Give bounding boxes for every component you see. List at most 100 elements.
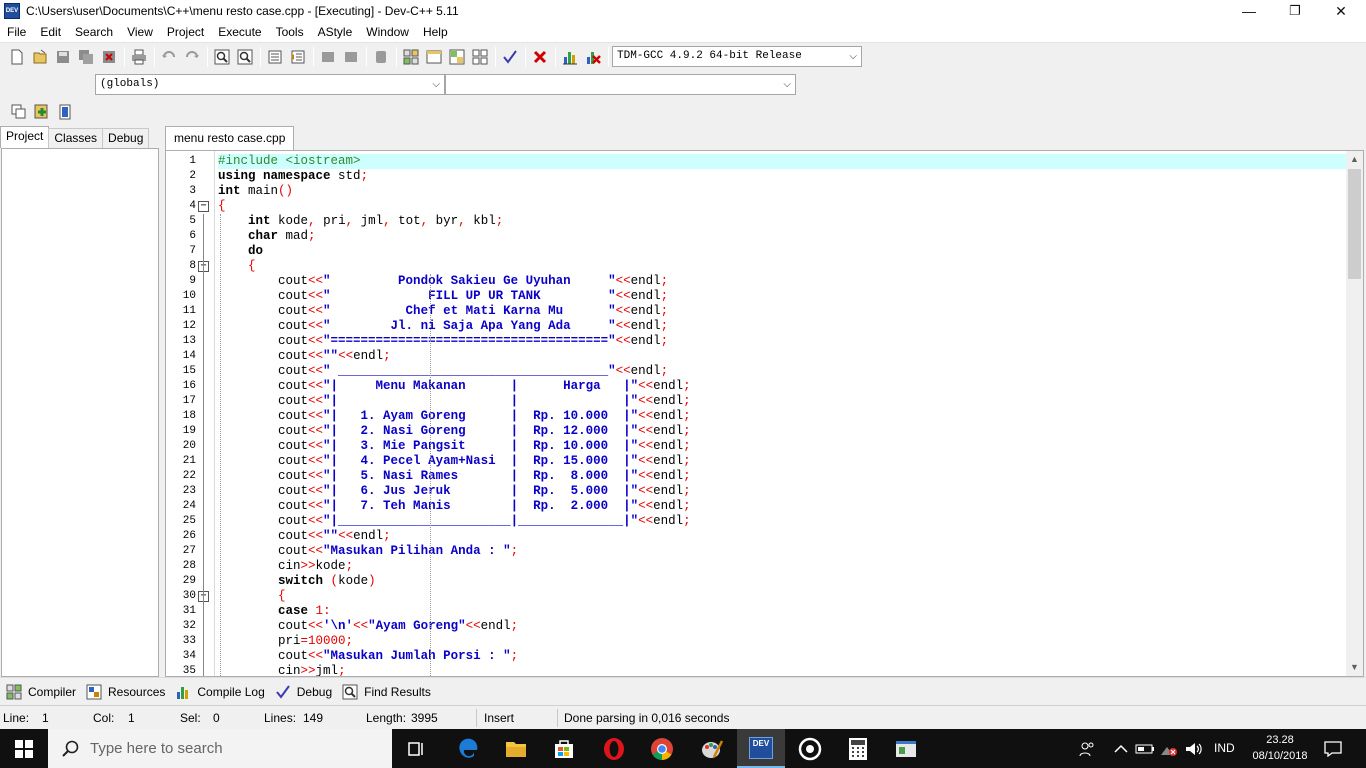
code-line[interactable]: { bbox=[218, 199, 1346, 214]
calculator-icon[interactable] bbox=[834, 729, 882, 768]
tray-clock[interactable]: 23.28 08/10/2018 bbox=[1250, 732, 1310, 764]
maximize-button[interactable]: ❐ bbox=[1272, 0, 1318, 22]
code-line[interactable]: #include <iostream> bbox=[218, 154, 1346, 169]
devcpp-taskbar-icon[interactable]: DEV bbox=[737, 729, 785, 768]
code-line[interactable]: cin>>jml; bbox=[218, 664, 1346, 676]
minimize-button[interactable]: — bbox=[1226, 0, 1272, 22]
code-line[interactable]: cout<<"=================================… bbox=[218, 334, 1346, 349]
run-icon[interactable] bbox=[423, 46, 445, 68]
code-line[interactable]: cout<<" ________________________________… bbox=[218, 364, 1346, 379]
compile-icon[interactable] bbox=[400, 46, 422, 68]
code-line[interactable]: do bbox=[218, 244, 1346, 259]
code-line[interactable]: cout<<" Pondok Sakieu Ge Uyuhan "<<endl; bbox=[218, 274, 1346, 289]
code-line[interactable]: cout<<"Masukan Pilihan Anda : "; bbox=[218, 544, 1346, 559]
code-line[interactable]: cout<<" FILL UP UR TANK "<<endl; bbox=[218, 289, 1346, 304]
code-line[interactable]: pri=10000; bbox=[218, 634, 1346, 649]
code-line[interactable]: case 1: bbox=[218, 604, 1346, 619]
project-tree[interactable] bbox=[1, 148, 159, 677]
stop-execution-icon[interactable] bbox=[529, 46, 551, 68]
vertical-scrollbar[interactable]: ▲ ▼ bbox=[1346, 151, 1363, 676]
code-line[interactable]: cout<<"| | |"<<endl; bbox=[218, 394, 1346, 409]
code-line[interactable]: cout<<""<<endl; bbox=[218, 349, 1346, 364]
code-line[interactable]: cout<<'\n'<<"Ayam Goreng"<<endl; bbox=[218, 619, 1346, 634]
paint-app-icon[interactable] bbox=[688, 729, 736, 768]
delete-profile-icon[interactable] bbox=[582, 46, 604, 68]
project-options-icon[interactable] bbox=[54, 101, 76, 123]
tray-chevron-up-icon[interactable] bbox=[1110, 729, 1132, 768]
syntax-check-icon[interactable] bbox=[499, 46, 521, 68]
code-line[interactable]: cout<<" Chef et Mati Karna Mu "<<endl; bbox=[218, 304, 1346, 319]
media-app-icon[interactable] bbox=[786, 729, 834, 768]
add-to-project-icon[interactable] bbox=[31, 101, 53, 123]
tab-file[interactable]: menu resto case.cpp bbox=[165, 126, 295, 150]
code-line[interactable]: cout<<"| 2. Nasi Goreng | Rp. 12.000 |"<… bbox=[218, 424, 1346, 439]
code-line[interactable]: cout<<" Jl. ni Saja Apa Yang Ada "<<endl… bbox=[218, 319, 1346, 334]
code-line[interactable]: switch (kode) bbox=[218, 574, 1346, 589]
code-line[interactable]: cout<<"| 3. Mie Pangsit | Rp. 10.000 |"<… bbox=[218, 439, 1346, 454]
chrome-browser-icon[interactable] bbox=[638, 729, 686, 768]
code-line[interactable]: cout<<"Masukan Jumlah Porsi : "; bbox=[218, 649, 1346, 664]
new-project-icon[interactable] bbox=[8, 101, 30, 123]
find-icon[interactable] bbox=[211, 46, 233, 68]
goto-forward-icon[interactable] bbox=[340, 46, 362, 68]
tab-debug-output[interactable]: Debug bbox=[275, 684, 332, 700]
class-select[interactable]: (globals) ⌵ bbox=[95, 74, 445, 95]
battery-icon[interactable] bbox=[1134, 729, 1156, 768]
tab-compile-log[interactable]: Compile Log bbox=[175, 684, 265, 700]
task-view-icon[interactable] bbox=[392, 729, 440, 768]
code-line[interactable]: cout<<"| 7. Teh Manis | Rp. 2.000 |"<<en… bbox=[218, 499, 1346, 514]
save-all-icon[interactable] bbox=[75, 46, 97, 68]
unindent-icon[interactable] bbox=[287, 46, 309, 68]
tab-classes[interactable]: Classes bbox=[48, 128, 104, 148]
code-line[interactable]: int main() bbox=[218, 184, 1346, 199]
menu-search[interactable]: Search bbox=[68, 22, 120, 42]
code-line[interactable]: int kode, pri, jml, tot, byr, kbl; bbox=[218, 214, 1346, 229]
notification-center-icon[interactable] bbox=[1318, 729, 1348, 768]
tab-debug[interactable]: Debug bbox=[102, 128, 150, 148]
profile-chart-icon[interactable] bbox=[559, 46, 581, 68]
menu-tools[interactable]: Tools bbox=[269, 22, 311, 42]
taskbar-search[interactable]: Type here to search bbox=[48, 729, 392, 768]
menu-edit[interactable]: Edit bbox=[33, 22, 68, 42]
volume-icon[interactable] bbox=[1182, 729, 1206, 768]
code-line[interactable]: { bbox=[218, 259, 1346, 274]
store-icon[interactable] bbox=[540, 729, 588, 768]
print-icon[interactable] bbox=[128, 46, 150, 68]
replace-icon[interactable] bbox=[234, 46, 256, 68]
undo-icon[interactable] bbox=[158, 46, 180, 68]
toggle-bookmark-icon[interactable] bbox=[370, 46, 392, 68]
code-editor[interactable]: 1234−5678−910111213141516171819202122232… bbox=[165, 150, 1364, 677]
close-button[interactable]: ✕ bbox=[1318, 0, 1364, 22]
code-line[interactable]: cin>>kode; bbox=[218, 559, 1346, 574]
edge-browser-icon[interactable] bbox=[444, 729, 492, 768]
code-line[interactable]: char mad; bbox=[218, 229, 1346, 244]
menu-file[interactable]: File bbox=[0, 22, 33, 42]
scrollbar-thumb[interactable] bbox=[1348, 169, 1361, 279]
tab-resources[interactable]: Resources bbox=[86, 684, 165, 700]
member-select[interactable]: ⌵ bbox=[445, 74, 796, 95]
menu-project[interactable]: Project bbox=[160, 22, 211, 42]
code-line[interactable]: cout<<"| 1. Ayam Goreng | Rp. 10.000 |"<… bbox=[218, 409, 1346, 424]
goto-back-icon[interactable] bbox=[317, 46, 339, 68]
code-line[interactable]: cout<<"| 6. Jus Jeruk | Rp. 5.000 |"<<en… bbox=[218, 484, 1346, 499]
menu-window[interactable]: Window bbox=[359, 22, 416, 42]
code-line[interactable]: { bbox=[218, 589, 1346, 604]
code-line[interactable]: cout<<"| 5. Nasi Rames | Rp. 8.000 |"<<e… bbox=[218, 469, 1346, 484]
opera-browser-icon[interactable] bbox=[590, 729, 638, 768]
file-explorer-icon[interactable] bbox=[492, 729, 540, 768]
chevron-down-icon[interactable]: ▼ bbox=[1346, 659, 1363, 676]
compile-run-icon[interactable] bbox=[446, 46, 468, 68]
code-text[interactable]: #include <iostream> using namespace std; i… bbox=[218, 151, 1346, 676]
new-file-icon[interactable] bbox=[6, 46, 28, 68]
redo-icon[interactable] bbox=[181, 46, 203, 68]
menu-help[interactable]: Help bbox=[416, 22, 455, 42]
network-disconnected-icon[interactable] bbox=[1158, 729, 1180, 768]
fold-toggle-icon[interactable]: − bbox=[198, 201, 209, 212]
rebuild-icon[interactable] bbox=[469, 46, 491, 68]
save-icon[interactable] bbox=[52, 46, 74, 68]
menu-view[interactable]: View bbox=[120, 22, 160, 42]
code-line[interactable]: cout<<"|_______________________|________… bbox=[218, 514, 1346, 529]
indent-icon[interactable] bbox=[264, 46, 286, 68]
tab-find-results[interactable]: Find Results bbox=[342, 684, 431, 700]
close-file-icon[interactable] bbox=[98, 46, 120, 68]
